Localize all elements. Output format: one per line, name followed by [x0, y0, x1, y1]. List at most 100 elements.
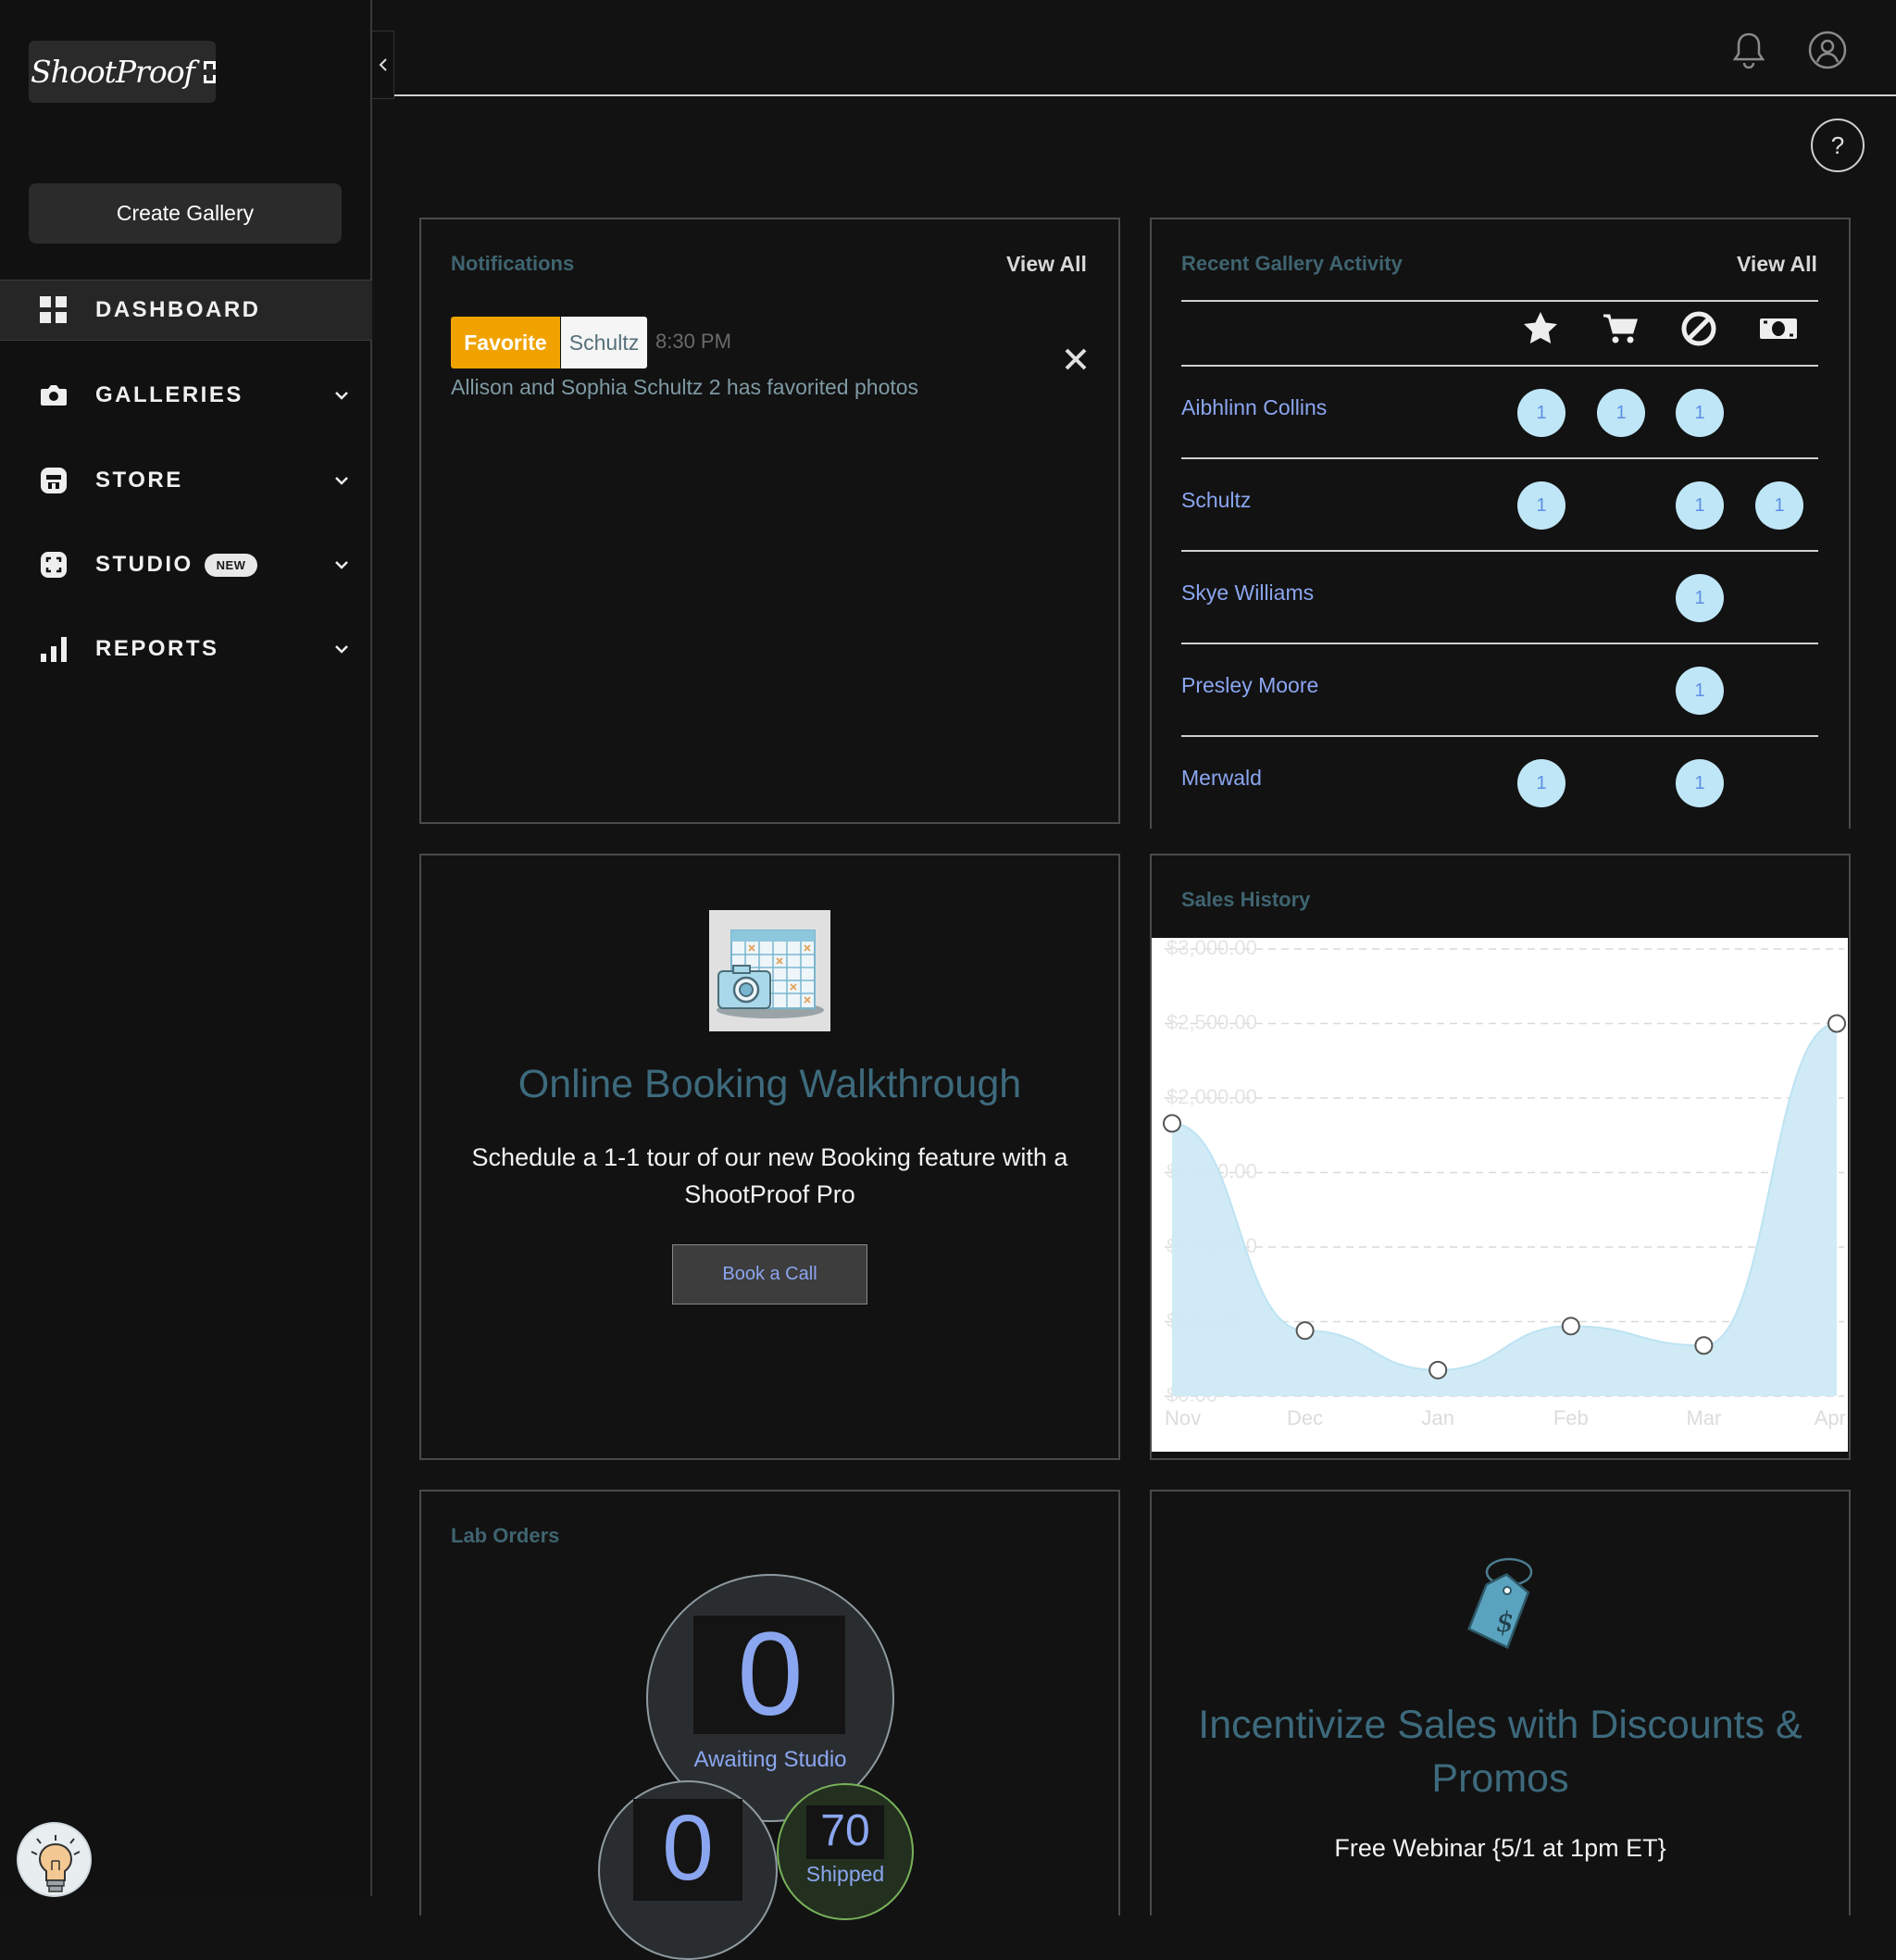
recent-gallery-activity-panel [1150, 218, 1851, 829]
chevron-left-icon [379, 58, 387, 71]
y-axis-tick-label: $2,000.00 [1166, 1085, 1257, 1108]
shipped-count: 70 [820, 1806, 870, 1855]
activity-row-name[interactable]: Merwald [1181, 766, 1262, 791]
table-divider [1181, 735, 1818, 737]
favorite-count-badge[interactable]: 1 [1517, 389, 1565, 437]
recent-activity-title: Recent Gallery Activity [1181, 252, 1403, 275]
chevron-down-icon[interactable] [334, 557, 349, 572]
camera-icon [39, 381, 69, 410]
notifications-panel [419, 218, 1120, 824]
sales-data-point [1428, 1360, 1448, 1379]
bell-icon[interactable] [1728, 30, 1769, 70]
sidebar-item-dashboard[interactable]: DASHBOARD [0, 280, 372, 341]
lab-orders-title: Lab Orders [451, 1524, 560, 1547]
store-icon [39, 466, 69, 495]
x-axis-tick-label: Jan [1421, 1406, 1453, 1429]
table-divider [1181, 457, 1818, 459]
sidebar-item-label: GALLERIES [95, 382, 243, 407]
calendar-camera-illustration [709, 910, 830, 1031]
booking-title: Online Booking Walkthrough [518, 1062, 1022, 1106]
logo-text: ShootProof [31, 54, 195, 90]
activity-row-name[interactable]: Presley Moore [1181, 673, 1318, 698]
new-badge: NEW [205, 554, 257, 577]
dashboard-grid-icon [39, 295, 69, 325]
help-button[interactable]: ? [1811, 119, 1865, 172]
blocked-count-badge[interactable]: 1 [1676, 389, 1724, 437]
table-divider [1181, 300, 1818, 302]
notifications-view-all-link[interactable]: View All [1006, 252, 1087, 277]
sales-history-title: Sales History [1181, 888, 1311, 911]
table-divider [1181, 643, 1818, 644]
awaiting-studio-label: Awaiting Studio [693, 1747, 847, 1772]
y-axis-tick-label: $3,000.00 [1166, 938, 1257, 959]
sales-area [1172, 1023, 1837, 1396]
activity-row-name[interactable]: Schultz [1181, 488, 1251, 513]
x-axis-tick-label: Nov [1165, 1406, 1201, 1429]
blocked-icon [1678, 308, 1719, 349]
sidebar-item-label: DASHBOARD [95, 297, 261, 322]
second-status-count: 0 [662, 1796, 714, 1900]
notification-time: 8:30 PM [655, 330, 731, 353]
favorite-count-badge[interactable]: 1 [1517, 481, 1565, 530]
x-axis-tick-label: Apr [1815, 1406, 1846, 1429]
collapse-sidebar-button[interactable] [372, 31, 394, 99]
studio-focus-icon [39, 550, 69, 580]
shootproof-logo[interactable]: ShootProof [29, 41, 216, 103]
favorite-count-badge[interactable]: 1 [1517, 759, 1565, 807]
notifications-title: Notifications [451, 252, 575, 275]
close-icon[interactable] [1063, 346, 1089, 372]
promo-title-line1: Incentivize Sales with Discounts & [1198, 1703, 1802, 1747]
sidebar-item-studio[interactable]: STUDIO NEW [0, 534, 372, 595]
x-axis-tick-label: Mar [1686, 1406, 1721, 1429]
tips-lightbulb-button[interactable] [17, 1822, 92, 1897]
cart-icon [1600, 308, 1640, 349]
activity-row-name[interactable]: Skye Williams [1181, 581, 1314, 605]
lightbulb-icon [31, 1835, 81, 1892]
sales-history-chart[interactable]: $0.00$500.00$1,000.00$1,500.00$2,000.00$… [1152, 936, 1848, 1452]
table-divider [1181, 550, 1818, 552]
gallery-name-tag[interactable]: Schultz [561, 317, 647, 368]
topbar-divider [394, 94, 1896, 96]
create-gallery-button[interactable]: Create Gallery [29, 183, 342, 243]
activity-row-name[interactable]: Aibhlinn Collins [1181, 395, 1327, 420]
sales-data-point [1561, 1317, 1580, 1336]
sales-history-chart-area: $0.00$500.00$1,000.00$1,500.00$2,000.00$… [1152, 936, 1848, 1452]
book-a-call-button[interactable]: Book a Call [672, 1244, 867, 1305]
chevron-down-icon[interactable] [334, 388, 349, 403]
table-divider [1181, 365, 1818, 367]
bar-chart-icon [39, 634, 69, 664]
sidebar-item-label: REPORTS [95, 636, 219, 661]
star-icon [1520, 308, 1561, 349]
sales-data-point [1827, 1014, 1846, 1033]
booking-description-line1: Schedule a 1-1 tour of our new Booking f… [471, 1143, 1068, 1171]
favorite-tag: Favorite [451, 317, 560, 368]
recent-activity-view-all-link[interactable]: View All [1737, 252, 1817, 277]
awaiting-studio-count: 0 [737, 1608, 804, 1741]
blocked-count-badge[interactable]: 1 [1676, 481, 1724, 530]
chevron-down-icon[interactable] [334, 473, 349, 488]
booking-description-line2: ShootProof Pro [684, 1180, 855, 1208]
notification-message[interactable]: Allison and Sophia Schultz 2 has favorit… [451, 375, 918, 400]
x-axis-tick-label: Feb [1553, 1406, 1589, 1429]
y-axis-tick-label: $2,500.00 [1166, 1011, 1257, 1034]
price-tag-icon: $ [1450, 1554, 1552, 1665]
sidebar-item-reports[interactable]: REPORTS [0, 618, 372, 680]
cash-count-badge[interactable]: 1 [1755, 481, 1803, 530]
sales-data-point [1163, 1114, 1181, 1133]
promo-subtitle[interactable]: Free Webinar {5/1 at 1pm ET} [1150, 1829, 1851, 1866]
sidebar: ShootProof Create Gallery DASHBOARD GALL… [0, 0, 372, 1897]
sidebar-item-store[interactable]: STORE [0, 450, 372, 511]
x-axis-tick-label: Dec [1287, 1406, 1323, 1429]
svg-text:$: $ [1496, 1606, 1514, 1639]
cash-icon [1758, 308, 1799, 349]
sidebar-item-label: STUDIO [95, 552, 193, 577]
cart-count-badge[interactable]: 1 [1597, 389, 1645, 437]
promo-title-line2: Promos [1431, 1756, 1569, 1801]
chevron-down-icon[interactable] [334, 642, 349, 656]
user-account-icon[interactable] [1807, 30, 1848, 70]
blocked-count-badge[interactable]: 1 [1676, 667, 1724, 715]
sidebar-item-galleries[interactable]: GALLERIES [0, 365, 372, 426]
blocked-count-badge[interactable]: 1 [1676, 574, 1724, 622]
blocked-count-badge[interactable]: 1 [1676, 759, 1724, 807]
logo-frame-icon [203, 60, 216, 83]
